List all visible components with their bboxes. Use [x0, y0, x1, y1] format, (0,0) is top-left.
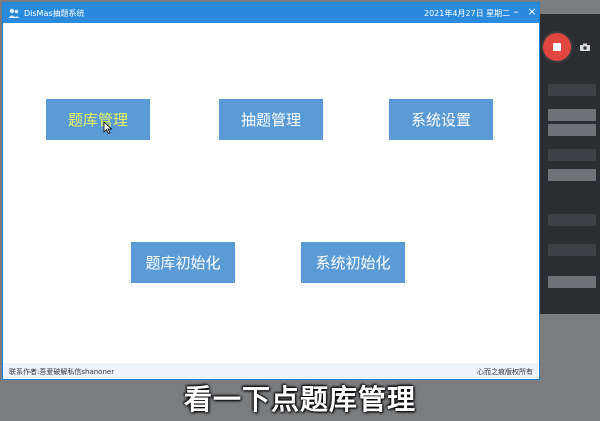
stop-icon [553, 43, 561, 51]
close-button[interactable]: × [525, 5, 539, 19]
mouse-cursor-icon [103, 121, 113, 134]
background-row [548, 244, 596, 256]
copyright-text: 心而之痕版权所有 [477, 368, 533, 376]
background-row [548, 149, 596, 161]
app-icon [8, 8, 20, 18]
question-bank-init-button[interactable]: 题库初始化 [131, 242, 235, 283]
record-stop-button[interactable] [543, 33, 571, 61]
background-row [548, 276, 596, 288]
main-window: DisMas抽题系统 2021年4月27日 星期二 – × 题库管理 抽题管理 … [2, 2, 540, 380]
background-row [548, 169, 596, 181]
question-draw-management-button[interactable]: 抽题管理 [219, 99, 323, 140]
video-subtitle: 看一下点题库管理 [183, 383, 416, 416]
window-title: DisMas抽题系统 [24, 9, 85, 18]
system-init-button[interactable]: 系统初始化 [301, 242, 405, 283]
background-row [548, 109, 596, 121]
background-row [548, 124, 596, 136]
minimize-button[interactable]: – [509, 5, 523, 19]
status-bar: 联系作者:吾爱破解私信shanoner 心而之痕版权所有 [3, 363, 539, 379]
background-row [548, 84, 596, 96]
background-row [548, 214, 596, 226]
date-display: 2021年4月27日 星期二 [424, 9, 511, 18]
system-settings-button[interactable]: 系统设置 [389, 99, 493, 140]
question-bank-management-button[interactable]: 题库管理 [46, 99, 150, 140]
camera-icon[interactable] [580, 43, 590, 51]
title-bar[interactable]: DisMas抽题系统 2021年4月27日 星期二 – × [3, 3, 539, 23]
author-contact-text: 联系作者:吾爱破解私信shanoner [9, 368, 115, 376]
